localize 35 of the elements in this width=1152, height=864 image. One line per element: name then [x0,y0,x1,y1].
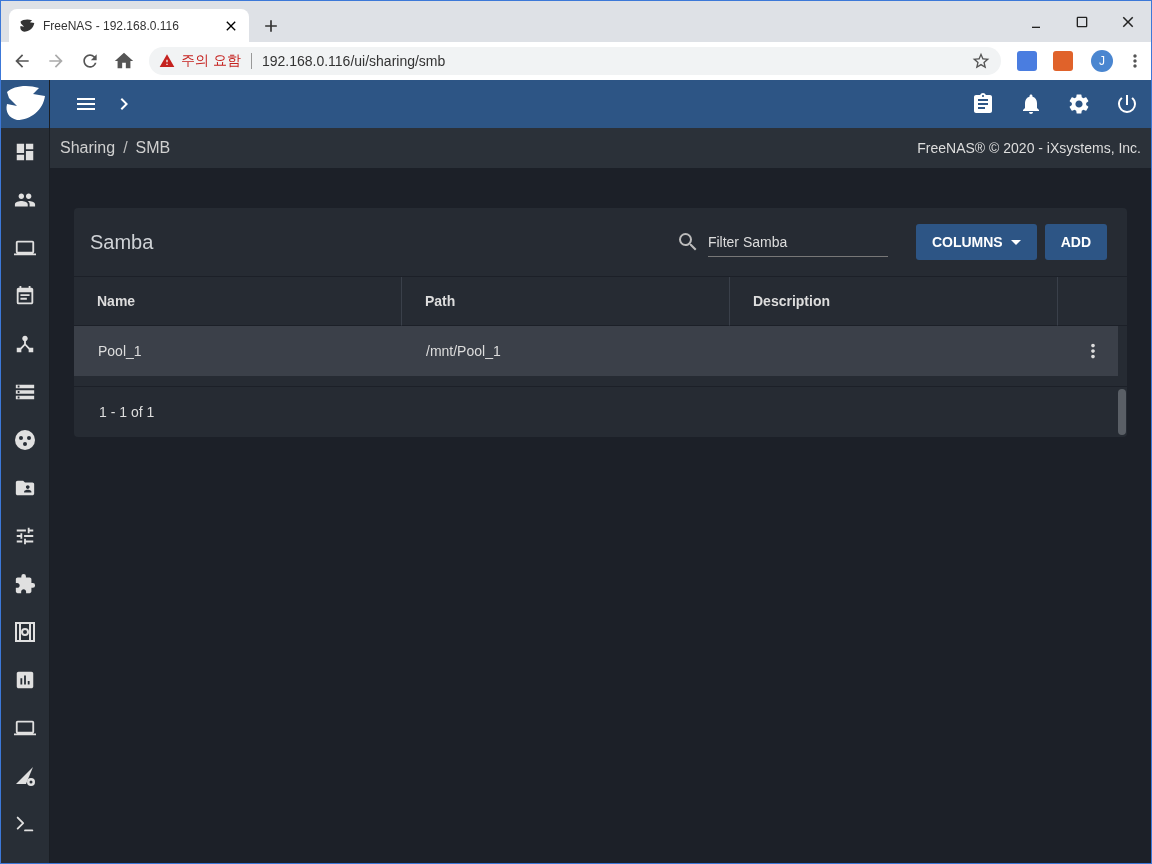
reload-icon[interactable] [80,51,100,71]
clipboard-icon[interactable] [971,92,995,116]
network-hub-icon[interactable] [14,333,36,355]
star-icon[interactable] [971,51,991,71]
columns-dropdown-button[interactable]: COLUMNS [915,224,1037,260]
paginator-range: 1 - 1 of 1 [99,404,155,420]
address-bar[interactable]: 주의 요함 192.168.0.116/ui/sharing/smb [149,47,1001,75]
settings-icon[interactable] [1067,92,1091,116]
breadcrumb-item[interactable]: Sharing [60,139,116,157]
copyright-text: FreeNAS® © 2020 - iXsystems, Inc. [917,140,1141,156]
jail-icon[interactable] [13,620,37,644]
dashboard-icon[interactable] [14,141,36,163]
bar-chart-icon[interactable] [14,669,36,691]
table-cell: /mnt/Pool_1 [426,343,501,359]
circle-dots-icon[interactable] [13,428,37,452]
url-text: 192.168.0.116/ui/sharing/smb [261,53,447,69]
dropdown-caret-icon [1010,239,1021,245]
profile-avatar[interactable]: J [1091,50,1113,72]
card-title: Samba [90,230,154,254]
tab-title: FreeNAS - 192.168.0.116 [43,18,180,33]
breadcrumb-separator: / [123,139,128,157]
table-row[interactable]: Pool_1 /mnt/Pool_1 [74,326,1118,376]
add-button[interactable]: ADD [1044,224,1107,260]
security-warning: 주의 요함 [181,52,241,70]
power-icon[interactable] [1115,92,1139,116]
puzzle-icon[interactable] [14,573,36,595]
filter-field[interactable]: Filter Samba [707,227,888,257]
breadcrumb-item: SMB [135,139,171,157]
scrollbar-thumb[interactable] [1118,389,1126,435]
warning-icon [159,53,175,69]
freenas-logo[interactable] [1,80,49,128]
calendar-icon[interactable] [14,285,36,307]
sliders-icon[interactable] [14,525,36,547]
browser-tab[interactable]: FreeNAS - 192.168.0.116 [9,9,249,42]
table-cell: Pool_1 [98,343,142,359]
